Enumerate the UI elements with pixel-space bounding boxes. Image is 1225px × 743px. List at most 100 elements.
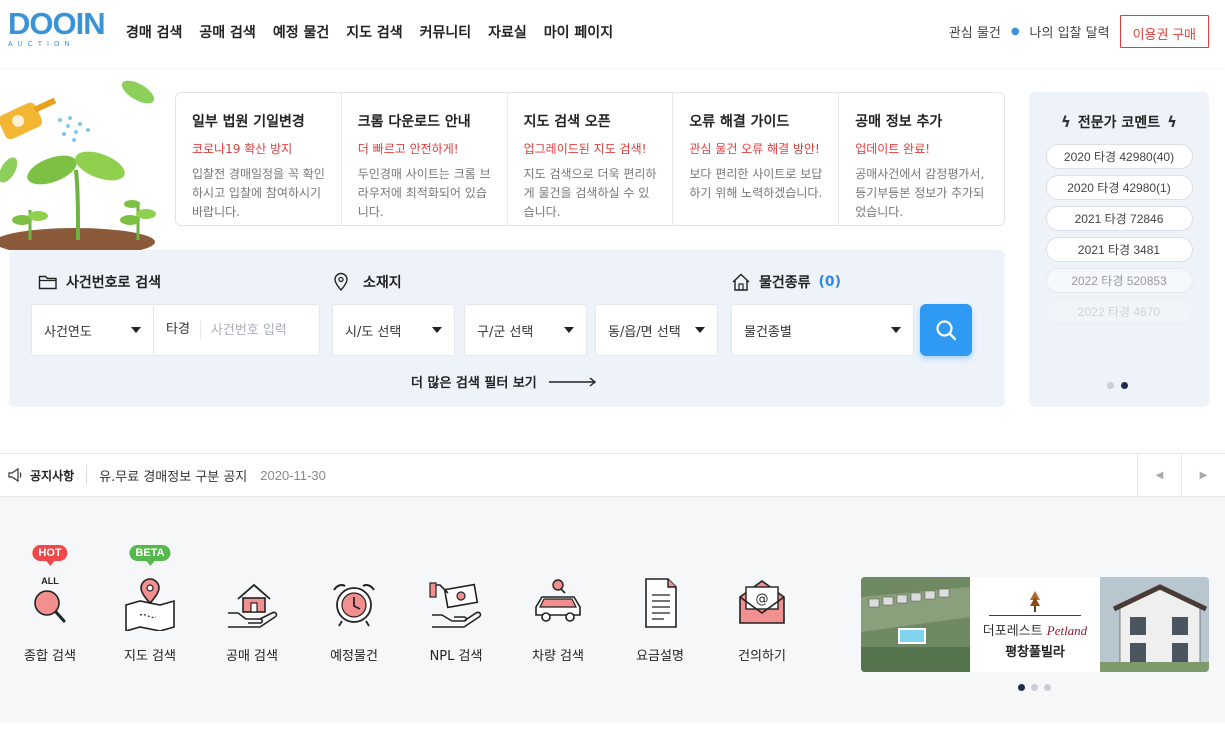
notice-card[interactable]: 크롬 다운로드 안내 더 빠르고 안전하게! 두인경매 사이트는 크롬 브라우저… xyxy=(342,93,508,225)
notice-card[interactable]: 오류 해결 가이드 관심 물건 오류 해결 방안! 보다 편리한 사이트로 보답… xyxy=(673,93,840,225)
banner-brand-kr: 더포레스트 xyxy=(982,624,1043,639)
folder-icon xyxy=(38,275,57,290)
nav-auction-search[interactable]: 경매 검색 xyxy=(126,22,182,42)
case-year-value: 사건연도 xyxy=(44,324,92,340)
case-number-input[interactable] xyxy=(200,322,311,338)
item-type-select[interactable]: 물건종별 xyxy=(731,304,914,356)
dong-select[interactable]: 동/읍/면 선택 xyxy=(595,304,718,356)
tagyeong-label: 타경 xyxy=(166,321,201,339)
header: DOOIN AUCTION 경매 검색 공매 검색 예정 물건 지도 검색 커뮤… xyxy=(0,0,1225,68)
expert-case-item[interactable]: 2020 타경 42980(40) xyxy=(1045,144,1193,169)
case-year-select[interactable]: 사건연도 xyxy=(31,304,154,356)
notice-card-title: 공매 정보 추가 xyxy=(855,114,943,130)
pager-dot[interactable] xyxy=(1031,684,1038,691)
buy-pass-button[interactable]: 이용권 구매 xyxy=(1119,15,1209,48)
notice-card-title: 오류 해결 가이드 xyxy=(689,114,790,130)
notice-card[interactable]: 공매 정보 추가 업데이트 완료! 공매사건에서 감정평가서, 등기부등본 정보… xyxy=(839,93,1004,225)
more-filters-link[interactable]: 더 많은 검색 필터 보기 xyxy=(411,372,597,391)
aerial-villa-image xyxy=(861,577,970,672)
banner-brand: 더포레스트 Petland xyxy=(983,620,1087,639)
nav-upcoming-items[interactable]: 예정 물건 xyxy=(273,22,329,42)
expert-case-item[interactable]: 2020 타경 42980(1) xyxy=(1045,175,1193,200)
nav-public-sale-search[interactable]: 공매 검색 xyxy=(199,22,255,42)
notice-card[interactable]: 지도 검색 오픈 업그레이드된 지도 검색! 지도 검색으로 더욱 편리하게 물… xyxy=(508,93,674,225)
notice-card-body: 보다 편리한 사이트로 보답하기 위해 노력하겠습니다. xyxy=(689,167,823,200)
arrow-right-icon xyxy=(548,376,596,387)
search-button[interactable] xyxy=(920,304,972,356)
expert-case-item[interactable]: 2021 타경 72846 xyxy=(1045,206,1193,231)
caret-down-icon xyxy=(891,327,901,333)
notice-next-button[interactable]: ▶ xyxy=(1181,454,1225,496)
pager-dot-active[interactable] xyxy=(1018,684,1025,691)
header-utility: 관심 물건 ● 나의 입찰 달력 이용권 구매 xyxy=(949,15,1209,48)
sido-select[interactable]: 시/도 선택 xyxy=(332,304,455,356)
gugun-select[interactable]: 구/군 선택 xyxy=(464,304,587,356)
villa-exterior-image xyxy=(1100,577,1209,672)
item-type-label: 물건종류 (0) xyxy=(731,272,841,292)
notice-card-body: 두인경매 사이트는 크롬 브라우저에 최적화되어 있습니다. xyxy=(357,167,491,219)
nav-map-search[interactable]: 지도 검색 xyxy=(346,22,402,42)
quick-map-search-label: 지도 검색 xyxy=(124,649,176,664)
expert-case-item[interactable]: 2022 타경 4670 xyxy=(1045,299,1193,324)
notice-label-text: 공지사항 xyxy=(30,468,75,483)
notice-prev-button[interactable]: ◀ xyxy=(1137,454,1181,496)
sprout-illustration xyxy=(0,80,156,250)
expert-case-item[interactable]: 2022 타경 520853 xyxy=(1045,268,1193,293)
chevron-left-icon: ◀ xyxy=(1155,469,1164,481)
quick-total-search-label: 종합 검색 xyxy=(24,649,76,664)
quick-upcoming-label: 예정물건 xyxy=(330,649,378,664)
beta-badge: BETA xyxy=(129,545,171,566)
notice-card-subtitle: 코로나19 확산 방지 xyxy=(192,142,293,156)
svg-text:@: @ xyxy=(756,592,769,607)
notice-card-body: 공매사건에서 감정평가서, 등기부등본 정보가 추가되었습니다. xyxy=(855,167,985,219)
notice-cards: 일부 법원 기일변경 코로나19 확산 방지 입찰전 경매일정을 꼭 확인하시고… xyxy=(175,92,1005,226)
case-search-label: 사건번호로 검색 xyxy=(38,272,161,292)
hot-badge: HOT xyxy=(32,545,68,566)
item-type-value: 물건종별 xyxy=(744,324,792,340)
location-label-text: 소재지 xyxy=(363,275,402,291)
item-type-count: (0) xyxy=(818,274,842,290)
expert-case-item[interactable]: 2021 타경 3481 xyxy=(1045,237,1193,262)
notice-link[interactable]: 유.무료 경매정보 구분 공지 xyxy=(87,466,247,485)
nav-resources[interactable]: 자료실 xyxy=(488,22,527,42)
logo[interactable]: DOOIN AUCTION xyxy=(8,6,106,56)
banner-pager xyxy=(1018,684,1051,691)
car-icon xyxy=(535,579,581,622)
logo-subtext: AUCTION xyxy=(8,41,75,48)
quick-npl-search-label: NPL 검색 xyxy=(429,649,483,664)
case-number-group: 타경 xyxy=(154,304,320,356)
bid-calendar-link[interactable]: 나의 입찰 달력 xyxy=(1030,22,1110,41)
pager-dot[interactable] xyxy=(1044,684,1051,691)
nav-community[interactable]: 커뮤니티 xyxy=(420,22,472,42)
more-filters-text: 더 많은 검색 필터 보기 xyxy=(411,376,537,391)
expert-comment-panel: ϟ 전문가 코멘트 ϟ 2020 타경 42980(40) 2020 타경 42… xyxy=(1029,92,1209,407)
nav-my-page[interactable]: 마이 페이지 xyxy=(544,22,613,42)
banner-title: 평창풀빌라 xyxy=(1005,645,1065,660)
pager-dot-active[interactable] xyxy=(1121,382,1128,389)
caret-down-icon xyxy=(131,327,141,333)
logo-text: DOOIN xyxy=(8,6,106,41)
sido-value: 시/도 선택 xyxy=(345,324,402,340)
caret-down-icon xyxy=(432,327,442,333)
notice-card-subtitle: 업데이트 완료! xyxy=(855,142,931,156)
notice-card-title: 지도 검색 오픈 xyxy=(523,114,611,130)
favorites-link[interactable]: 관심 물건 xyxy=(949,22,1001,41)
expert-case-list: 2020 타경 42980(40) 2020 타경 42980(1) 2021 … xyxy=(1029,144,1209,324)
all-label: ALL xyxy=(41,576,59,586)
quick-suggestion-label: 건의하기 xyxy=(738,649,786,664)
main-nav: 경매 검색 공매 검색 예정 물건 지도 검색 커뮤니티 자료실 마이 페이지 xyxy=(126,22,613,42)
notice-bar: 공지사항 유.무료 경매정보 구분 공지 2020-11-30 ◀ ▶ xyxy=(0,453,1225,497)
ad-banner[interactable]: 더포레스트 Petland 평창풀빌라 xyxy=(861,577,1209,672)
quick-pricing-label: 요금설명 xyxy=(636,649,684,664)
search-icon xyxy=(936,320,957,341)
item-type-label-text: 물건종류 xyxy=(759,275,811,291)
gugun-value: 구/군 선택 xyxy=(477,324,534,340)
notice-card[interactable]: 일부 법원 기일변경 코로나19 확산 방지 입찰전 경매일정을 꼭 확인하시고… xyxy=(176,93,342,225)
quick-public-sale-label: 공매 검색 xyxy=(226,649,278,664)
expert-comment-title: 전문가 코멘트 xyxy=(1077,115,1161,131)
pager-dot[interactable] xyxy=(1107,382,1114,389)
notice-card-subtitle: 더 빠르고 안전하게! xyxy=(357,142,459,156)
notice-date: 2020-11-30 xyxy=(260,467,326,483)
notice-card-subtitle: 업그레이드된 지도 검색! xyxy=(523,142,647,156)
notice-label: 공지사항 xyxy=(0,465,88,485)
